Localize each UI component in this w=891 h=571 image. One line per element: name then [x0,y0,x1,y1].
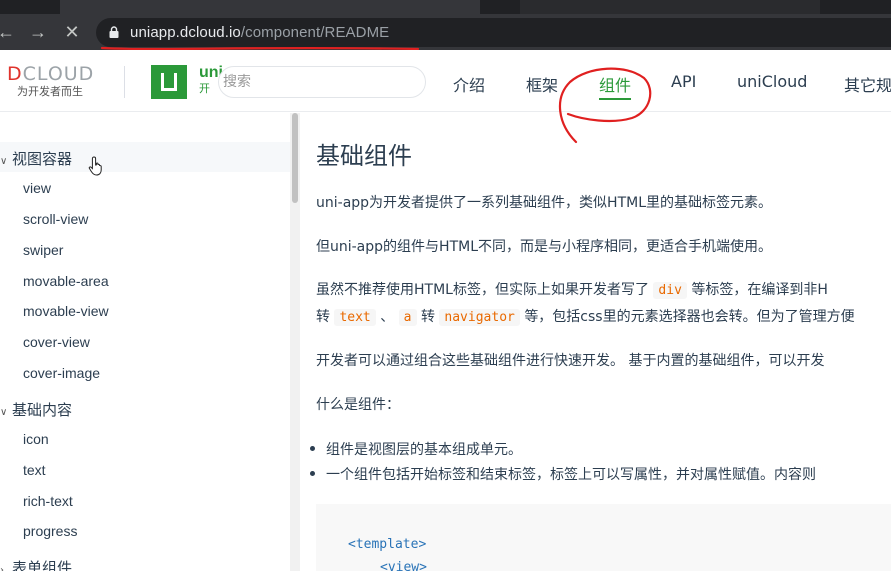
page-title: 基础组件 [316,142,412,170]
chevron-down-icon: ∨ [0,407,8,418]
sidebar-group-view-containers[interactable]: ∨ 视图容器 [0,148,72,169]
sidebar-item-movable-area[interactable]: movable-area [23,273,109,289]
nav-item-other[interactable]: 其它规 [844,72,891,96]
sidebar-scrollbar-thumb[interactable] [292,113,298,203]
browser-tab-strip [0,0,891,14]
paragraph-4-text-c: 转 [420,309,435,325]
paragraph-3: 虽然不推荐使用HTML标签，但实际上如果开发者写了 div 等标签，在编译到非H [316,279,828,299]
sidebar-item-cover-image[interactable]: cover-image [23,365,100,381]
paragraph-6: 什么是组件： [316,397,400,413]
dcloud-logo[interactable]: DCLOUD 为开发者而生 [7,63,107,103]
browser-tab[interactable] [520,0,820,14]
uniapp-logo-icon[interactable] [151,65,187,99]
sidebar-item-icon[interactable]: icon [23,431,49,447]
back-arrow-icon[interactable]: ← [0,20,18,44]
nav-item-intro[interactable]: 介绍 [453,72,485,96]
paragraph-3-line-2: 转 text 、 a 转 navigator 等，包括css里的元素选择器也会转… [316,306,855,326]
inline-code-div: div [653,282,687,299]
hand-cursor-icon [88,156,102,176]
sidebar: ∨ 视图容器 view scroll-view swiper movable-ar… [0,113,300,571]
dcloud-logo-text: DCLOUD [7,63,95,85]
forward-arrow-icon[interactable]: → [26,20,50,44]
paragraph-4-text-a: 转 [316,309,330,325]
dcloud-slogan: 为开发者而生 [17,86,83,98]
header-divider [124,66,125,98]
list-item: 组件是视图层的基本组成单元。 [310,439,522,459]
sidebar-group-label: 基础内容 [12,401,73,419]
sidebar-item-progress[interactable]: progress [23,523,77,539]
paragraph-2: 但uni-app的组件与HTML不同，而是与小程序相同，更适合手机端使用。 [316,239,772,255]
paragraph-3-text-b: 等标签，在编译到非H [691,282,828,298]
chevron-right-icon: › [0,565,4,571]
sidebar-group-form-components[interactable]: › 表单组件 [0,557,72,571]
code-line-view: <view> [380,560,427,571]
nav-item-api[interactable]: API [671,72,696,91]
url-host: uniapp.dcloud.io [130,24,241,41]
inline-code-a: a [398,309,417,326]
main-content: 基础组件 uni-app为开发者提供了一系列基础组件，类似HTML里的基础标签元… [300,113,891,571]
code-block: <template> <view> [316,504,891,571]
nav-item-unicloud[interactable]: uniCloud [737,72,807,91]
inline-code-navigator: navigator [439,309,520,326]
sidebar-group-basic-content[interactable]: ∨ 基础内容 [0,399,72,420]
paragraph-3-text-a: 虽然不推荐使用HTML标签，但实际上如果开发者写了 [316,282,649,298]
search-input[interactable]: 搜索 [218,66,426,98]
url-text: uniapp.dcloud.io/component/README [130,24,389,41]
sidebar-item-view[interactable]: view [23,180,51,196]
paragraph-4-text-b: 、 [380,309,395,325]
sidebar-item-rich-text[interactable]: rich-text [23,493,73,509]
lock-icon [109,26,119,38]
sidebar-item-scroll-view[interactable]: scroll-view [23,211,88,227]
paragraph-4-text-d: 等，包括css里的元素选择器也会转。但为了管理方便 [524,309,855,325]
uniapp-logo-subtext: 开 [199,83,210,95]
paragraph-5: 开发者可以通过组合这些基础组件进行快速开发。 基于内置的基础组件，可以开发 [316,353,825,369]
paragraph-1: uni-app为开发者提供了一系列基础组件，类似HTML里的基础标签元素。 [316,195,772,211]
sidebar-group-label: 视图容器 [12,150,73,168]
sidebar-group-label: 表单组件 [12,559,73,571]
list-item: 一个组件包括开始标签和结束标签，标签上可以写属性，并对属性赋值。内容则 [310,464,816,484]
sidebar-item-text[interactable]: text [23,462,46,478]
url-path: /component/README [240,24,390,41]
sidebar-item-cover-view[interactable]: cover-view [23,334,90,350]
address-bar[interactable]: uniapp.dcloud.io/component/README [96,18,891,47]
sidebar-item-movable-view[interactable]: movable-view [23,303,109,319]
site-header: DCLOUD 为开发者而生 uni 开 搜索 介绍 框架 组件 API uniC… [0,50,891,112]
browser-tab-active[interactable] [60,0,480,14]
inline-code-text: text [334,309,376,326]
sidebar-item-swiper[interactable]: swiper [23,242,63,258]
code-line-template: <template> [348,537,427,552]
chevron-down-icon: ∨ [0,156,8,167]
stop-loading-icon[interactable]: ✕ [60,20,84,44]
